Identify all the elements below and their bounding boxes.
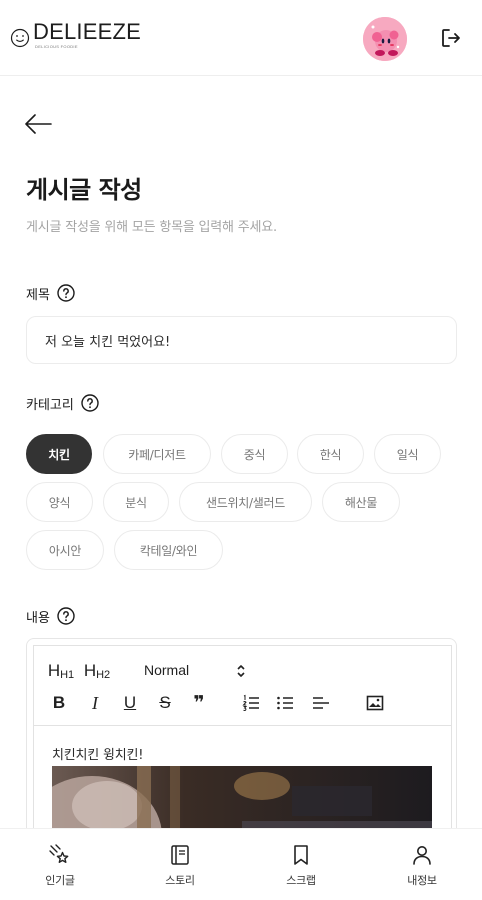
- nav-label-popular: 인기글: [45, 874, 75, 887]
- logout-icon: [442, 29, 460, 47]
- category-chip-korean[interactable]: 한식: [297, 434, 364, 474]
- person-icon: [413, 846, 431, 865]
- title-field-label: 제목: [26, 283, 76, 303]
- page-subtitle: 게시글 작성을 위해 모든 항목을 입력해 주세요.: [26, 220, 277, 235]
- nav-label-story: 스토리: [165, 874, 195, 887]
- logo-name: DELIEEZE: [33, 19, 141, 44]
- app-header: DELIEEZE DELICIOUS FOODIE: [0, 0, 482, 76]
- nav-item-my-info[interactable]: 내정보: [362, 829, 482, 900]
- editor-toolbar: H H1 H H2 Normal B I U S ❞: [34, 646, 451, 726]
- heading1-button[interactable]: H H1: [48, 660, 74, 682]
- insert-image-button[interactable]: [364, 692, 386, 714]
- content-field-label: 내용: [26, 606, 76, 626]
- italic-button[interactable]: I: [84, 692, 106, 714]
- category-label-text: 카테고리: [26, 397, 74, 413]
- category-chip-seafood[interactable]: 해산물: [322, 482, 400, 522]
- strike-button[interactable]: S: [154, 692, 176, 714]
- help-icon[interactable]: [80, 393, 100, 413]
- underline-button[interactable]: U: [119, 692, 141, 714]
- app-logo[interactable]: DELIEEZE DELICIOUS FOODIE: [10, 20, 141, 56]
- ordered-list-icon: [242, 694, 259, 712]
- help-icon[interactable]: [56, 283, 76, 303]
- book-icon: [171, 845, 189, 865]
- bottom-navigation: 인기글 스토리 스크랩 내정보: [0, 828, 482, 900]
- smile-icon: [10, 28, 30, 48]
- nav-item-scrap[interactable]: 스크랩: [241, 829, 361, 900]
- header-select-value: Normal: [144, 662, 190, 678]
- logo-subtext: DELICIOUS FOODIE: [35, 44, 78, 49]
- title-label-text: 제목: [26, 287, 50, 303]
- kirby-avatar-icon: [363, 17, 407, 61]
- content-label-text: 내용: [26, 610, 50, 626]
- page-title: 게시글 작성: [26, 176, 142, 204]
- heading2-button[interactable]: H H2: [84, 660, 110, 682]
- category-chip-snack[interactable]: 분식: [103, 482, 169, 522]
- category-field-label: 카테고리: [26, 393, 100, 413]
- category-chip-chinese[interactable]: 중식: [221, 434, 288, 474]
- category-chip-japanese[interactable]: 일식: [374, 434, 441, 474]
- title-input[interactable]: [26, 316, 457, 364]
- header-format-select[interactable]: Normal: [144, 660, 250, 682]
- logout-button[interactable]: [436, 23, 466, 53]
- editor-content-text: 치킨치킨 윙치킨!: [52, 748, 144, 763]
- arrow-left-icon: [25, 114, 52, 134]
- bold-button[interactable]: B: [48, 692, 70, 714]
- category-chip-sandwich-salad[interactable]: 샌드위치/샐러드: [179, 482, 312, 522]
- category-chip-cafe-dessert[interactable]: 카페/디저트: [103, 434, 211, 474]
- heading1-label: H1: [60, 668, 75, 681]
- nav-label-scrap: 스크랩: [286, 874, 316, 887]
- nav-item-popular[interactable]: 인기글: [0, 829, 120, 900]
- bookmark-icon: [294, 845, 308, 865]
- bullet-list-icon: [277, 696, 293, 710]
- category-chip-chicken[interactable]: 치킨: [26, 434, 92, 474]
- select-arrow-icon: [237, 665, 245, 677]
- heading2-label: H2: [96, 668, 111, 681]
- help-icon[interactable]: [56, 606, 76, 626]
- align-left-icon: [313, 697, 329, 709]
- image-icon: [366, 695, 384, 711]
- nav-item-story[interactable]: 스토리: [120, 829, 240, 900]
- avatar[interactable]: [363, 17, 407, 61]
- category-chip-cocktail-wine[interactable]: 칵테일/와인: [114, 530, 223, 570]
- blockquote-button[interactable]: ❞: [188, 692, 210, 714]
- category-chip-asian[interactable]: 아시안: [26, 530, 104, 570]
- sparkle-stars-icon: [49, 844, 69, 863]
- bullet-list-button[interactable]: [274, 692, 296, 714]
- nav-label-my-info: 내정보: [407, 874, 437, 887]
- back-button[interactable]: [20, 106, 56, 142]
- ordered-list-button[interactable]: [240, 692, 262, 714]
- align-button[interactable]: [310, 692, 332, 714]
- category-chip-western[interactable]: 양식: [26, 482, 93, 522]
